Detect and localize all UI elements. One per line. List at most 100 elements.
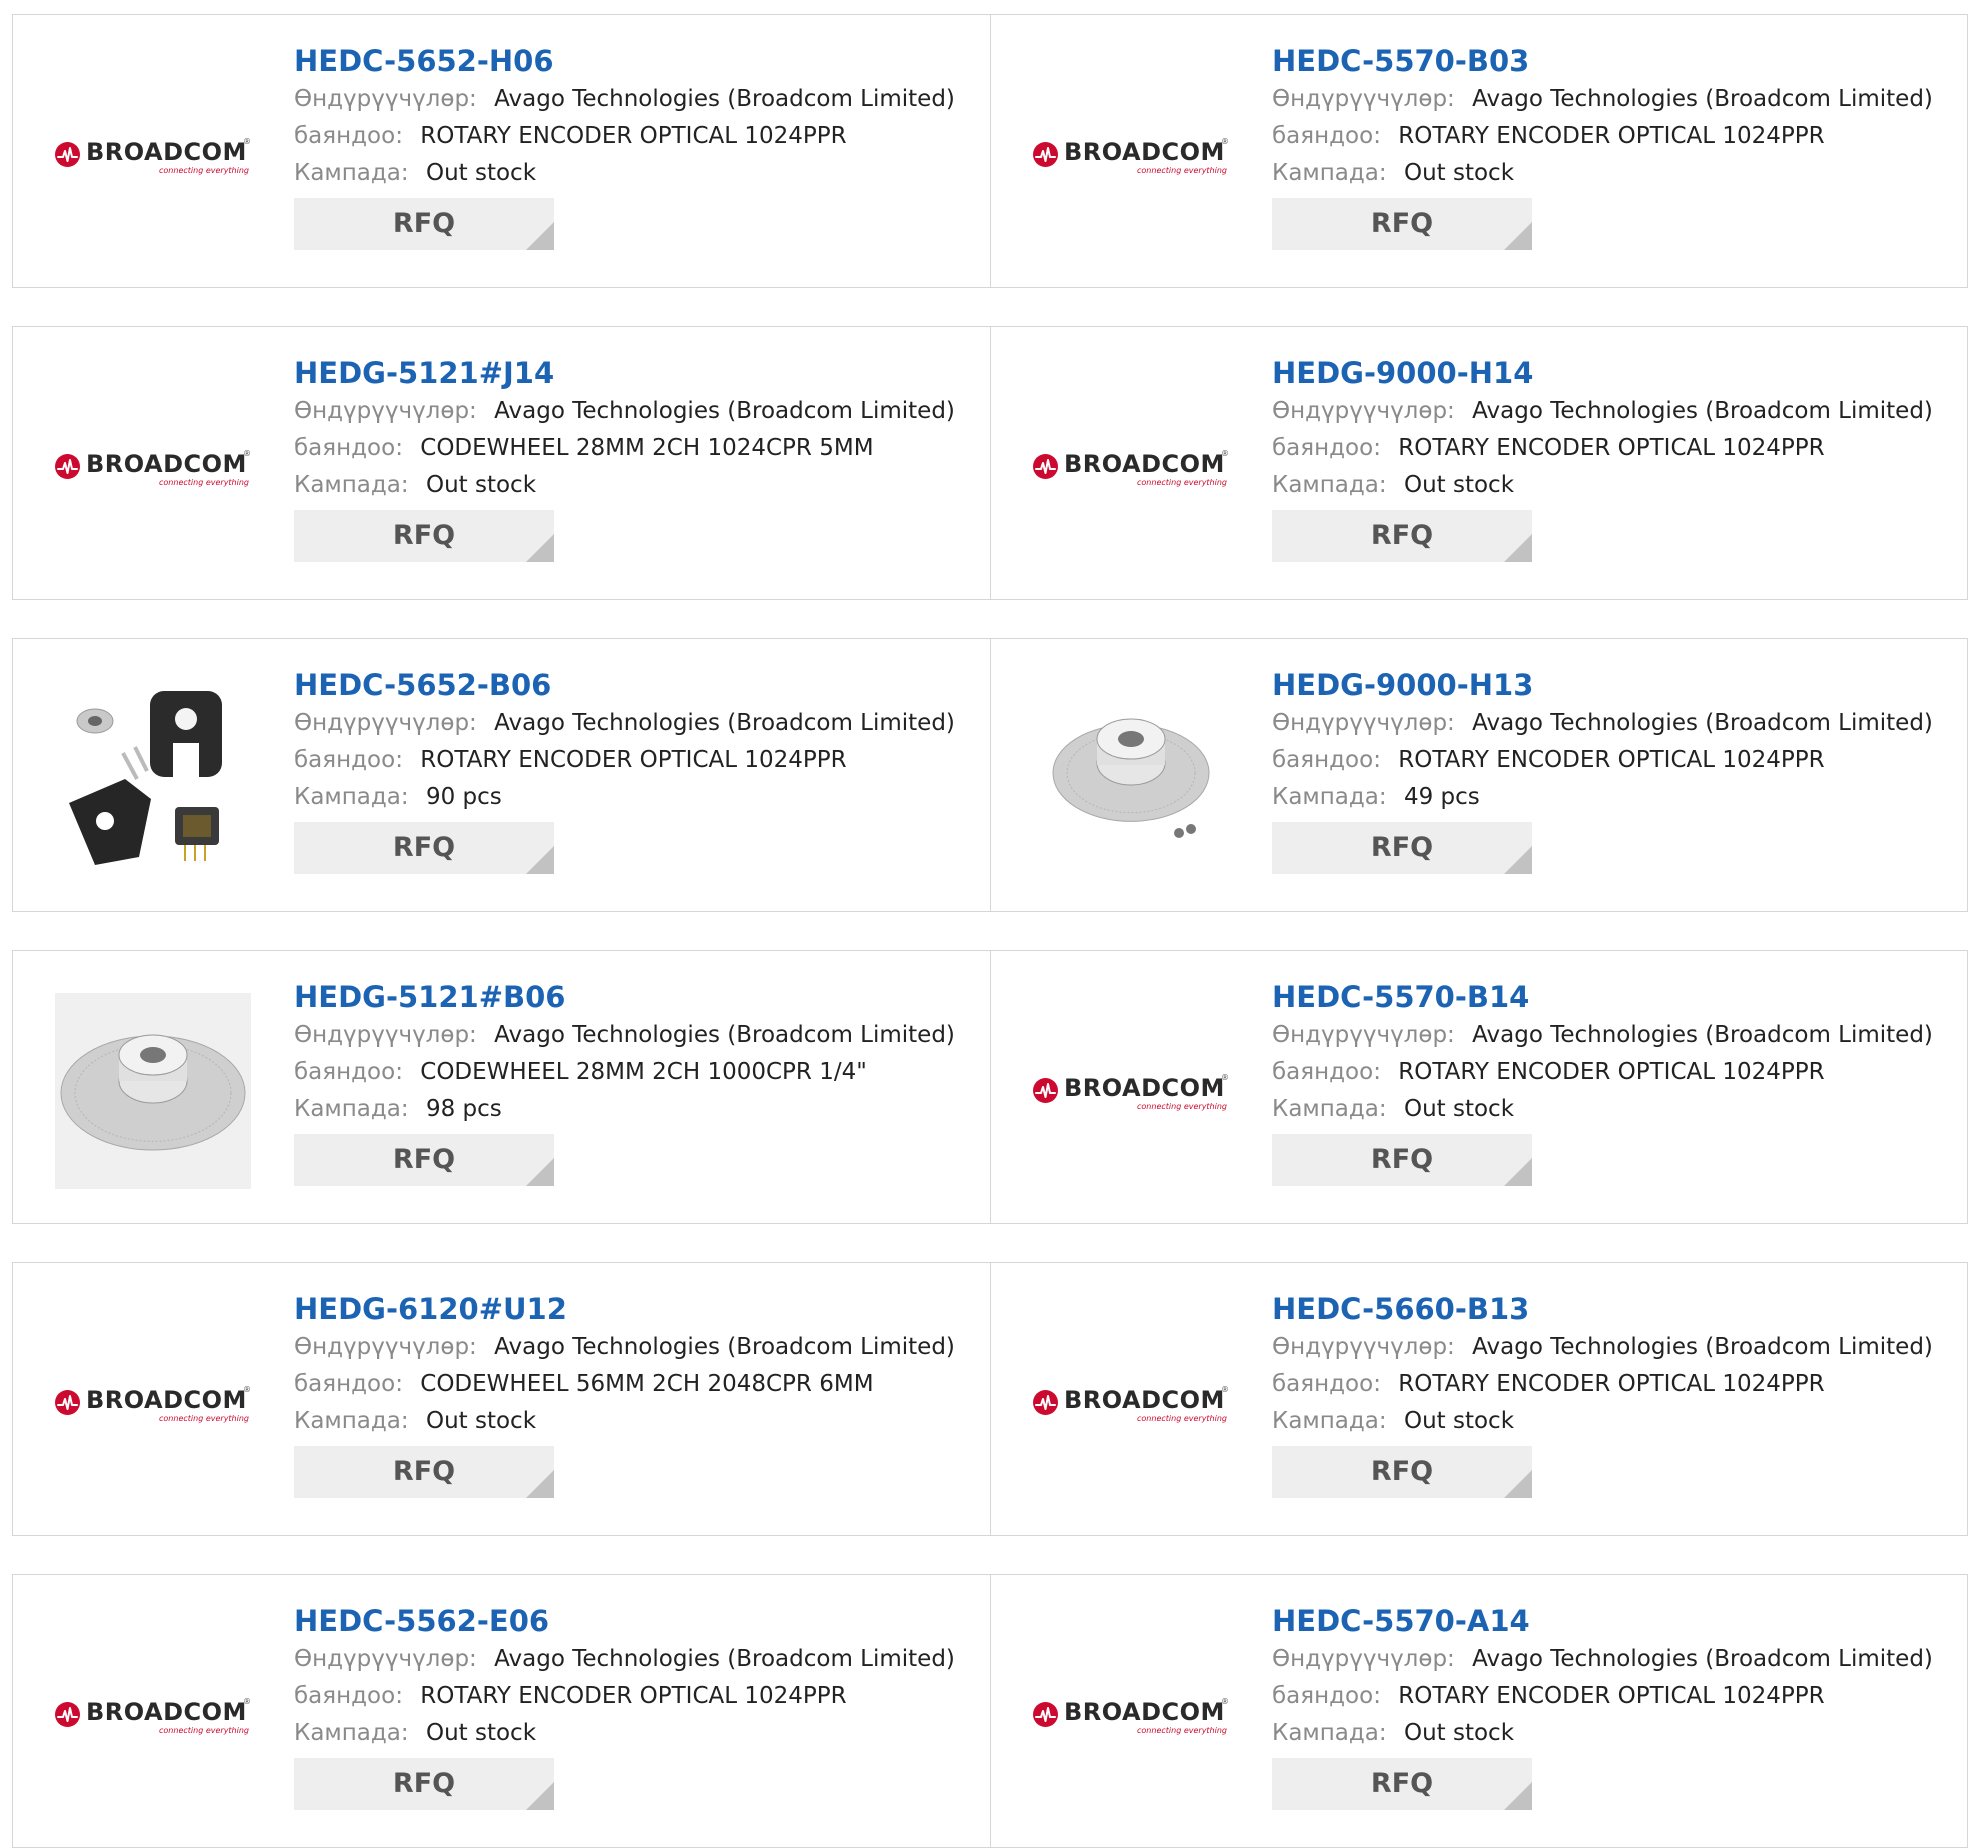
trademark-symbol: ® bbox=[1221, 449, 1229, 458]
broadcom-wordmark: BROADCOM bbox=[1064, 1386, 1225, 1414]
product-thumbnail[interactable]: BROADCOM ® connecting everything bbox=[53, 1303, 253, 1503]
manufacturer-value: Avago Technologies (Broadcom Limited) bbox=[1472, 86, 1933, 112]
stock-value: Out stock bbox=[425, 1720, 537, 1746]
button-corner-decoration bbox=[526, 1158, 554, 1186]
rfq-button[interactable]: RFQ bbox=[294, 198, 554, 250]
description-row: баяндоо: ROTARY ENCODER OPTICAL 1024PPR bbox=[294, 118, 980, 155]
broadcom-logo: BROADCOM ® connecting everything bbox=[55, 1383, 251, 1423]
part-number-link[interactable]: HEDC-5562-E06 bbox=[294, 1601, 980, 1641]
broadcom-wordmark: BROADCOM bbox=[86, 450, 247, 478]
manufacturer-value: Avago Technologies (Broadcom Limited) bbox=[494, 1334, 955, 1360]
product-info: HEDG-5121#J14 Өндүрүүчүлөр: Avago Techno… bbox=[294, 353, 980, 562]
stock-value: 90 pcs bbox=[425, 784, 502, 810]
part-number-link[interactable]: HEDC-5660-B13 bbox=[1272, 1289, 1957, 1329]
codewheel-photo[interactable] bbox=[1033, 681, 1229, 877]
product-card: BROADCOM ® connecting everything HEDG-61… bbox=[12, 1262, 990, 1536]
manufacturer-value: Avago Technologies (Broadcom Limited) bbox=[494, 1646, 955, 1672]
description-value: ROTARY ENCODER OPTICAL 1024PPR bbox=[420, 123, 847, 149]
manufacturer-row: Өндүрүүчүлөр: Avago Technologies (Broadc… bbox=[294, 1641, 980, 1678]
part-number-link[interactable]: HEDC-5570-B14 bbox=[1272, 977, 1957, 1017]
broadcom-tagline: connecting everything bbox=[1137, 1102, 1227, 1111]
stock-value: 98 pcs bbox=[425, 1096, 502, 1122]
description-row: баяндоо: ROTARY ENCODER OPTICAL 1024PPR bbox=[1272, 1678, 1957, 1715]
description-row: баяндоо: ROTARY ENCODER OPTICAL 1024PPR bbox=[1272, 742, 1957, 779]
product-thumbnail[interactable]: BROADCOM ® connecting everything bbox=[1031, 1303, 1231, 1503]
button-corner-decoration bbox=[526, 1470, 554, 1498]
product-thumbnail[interactable] bbox=[53, 991, 253, 1191]
rfq-button[interactable]: RFQ bbox=[294, 1758, 554, 1810]
rfq-button[interactable]: RFQ bbox=[294, 1134, 554, 1186]
encoder-kit-photo[interactable] bbox=[55, 681, 251, 877]
trademark-symbol: ® bbox=[243, 1697, 251, 1706]
product-grid: BROADCOM ® connecting everything HEDC-56… bbox=[12, 14, 1968, 1848]
stock-row: Кампада: 90 pcs bbox=[294, 779, 980, 816]
broadcom-mark-icon bbox=[55, 1390, 80, 1415]
description-row: баяндоо: CODEWHEEL 28MM 2CH 1024CPR 5MM bbox=[294, 430, 980, 467]
part-number-link[interactable]: HEDC-5570-B03 bbox=[1272, 41, 1957, 81]
product-thumbnail[interactable] bbox=[53, 679, 253, 879]
rfq-button[interactable]: RFQ bbox=[1272, 1758, 1532, 1810]
stock-value: Out stock bbox=[1403, 472, 1515, 498]
stock-value: Out stock bbox=[425, 472, 537, 498]
trademark-symbol: ® bbox=[243, 137, 251, 146]
part-number-link[interactable]: HEDC-5570-A14 bbox=[1272, 1601, 1957, 1641]
description-label: баяндоо: bbox=[1272, 1059, 1381, 1085]
description-value: ROTARY ENCODER OPTICAL 1024PPR bbox=[1398, 435, 1825, 461]
product-thumbnail[interactable]: BROADCOM ® connecting everything bbox=[1031, 991, 1231, 1191]
rfq-button[interactable]: RFQ bbox=[1272, 822, 1532, 874]
broadcom-logo: BROADCOM ® connecting everything bbox=[55, 135, 251, 175]
description-row: баяндоо: ROTARY ENCODER OPTICAL 1024PPR bbox=[1272, 430, 1957, 467]
product-thumbnail[interactable]: BROADCOM ® connecting everything bbox=[1031, 367, 1231, 567]
manufacturer-row: Өндүрүүчүлөр: Avago Technologies (Broadc… bbox=[294, 1329, 980, 1366]
button-corner-decoration bbox=[1504, 222, 1532, 250]
product-thumbnail[interactable]: BROADCOM ® connecting everything bbox=[1031, 55, 1231, 255]
trademark-symbol: ® bbox=[1221, 1385, 1229, 1394]
product-thumbnail[interactable] bbox=[1031, 679, 1231, 879]
product-card: BROADCOM ® connecting everything HEDC-56… bbox=[12, 14, 990, 288]
broadcom-mark-icon bbox=[1033, 1078, 1058, 1103]
rfq-button-label: RFQ bbox=[1370, 832, 1434, 863]
manufacturer-label: Өндүрүүчүлөр: bbox=[294, 398, 477, 424]
codewheel-large-photo[interactable] bbox=[55, 993, 251, 1189]
part-number-link[interactable]: HEDG-9000-H14 bbox=[1272, 353, 1957, 393]
description-label: баяндоо: bbox=[294, 123, 403, 149]
stock-row: Кампада: Out stock bbox=[294, 467, 980, 504]
part-number-link[interactable]: HEDG-5121#B06 bbox=[294, 977, 980, 1017]
product-card: BROADCOM ® connecting everything HEDC-56… bbox=[990, 1262, 1968, 1536]
rfq-button[interactable]: RFQ bbox=[294, 822, 554, 874]
product-info: HEDG-5121#B06 Өндүрүүчүлөр: Avago Techno… bbox=[294, 977, 980, 1186]
product-card: BROADCOM ® connecting everything HEDC-55… bbox=[990, 1574, 1968, 1848]
product-thumbnail[interactable]: BROADCOM ® connecting everything bbox=[53, 55, 253, 255]
part-number-link[interactable]: HEDC-5652-B06 bbox=[294, 665, 980, 705]
rfq-button[interactable]: RFQ bbox=[294, 1446, 554, 1498]
product-thumbnail[interactable]: BROADCOM ® connecting everything bbox=[53, 367, 253, 567]
part-number-link[interactable]: HEDC-5652-H06 bbox=[294, 41, 980, 81]
button-corner-decoration bbox=[526, 222, 554, 250]
part-number-link[interactable]: HEDG-5121#J14 bbox=[294, 353, 980, 393]
rfq-button[interactable]: RFQ bbox=[1272, 1134, 1532, 1186]
manufacturer-row: Өндүрүүчүлөр: Avago Technologies (Broadc… bbox=[1272, 1017, 1957, 1054]
product-thumbnail[interactable]: BROADCOM ® connecting everything bbox=[1031, 1615, 1231, 1815]
stock-value: Out stock bbox=[425, 1408, 537, 1434]
rfq-button-label: RFQ bbox=[392, 208, 456, 239]
manufacturer-label: Өндүрүүчүлөр: bbox=[294, 1646, 477, 1672]
rfq-button[interactable]: RFQ bbox=[1272, 198, 1532, 250]
product-info: HEDC-5570-B14 Өндүрүүчүлөр: Avago Techno… bbox=[1272, 977, 1957, 1186]
stock-row: Кампада: Out stock bbox=[294, 155, 980, 192]
description-row: баяндоо: ROTARY ENCODER OPTICAL 1024PPR bbox=[294, 1678, 980, 1715]
rfq-button[interactable]: RFQ bbox=[1272, 510, 1532, 562]
product-thumbnail[interactable]: BROADCOM ® connecting everything bbox=[53, 1615, 253, 1815]
broadcom-logo: BROADCOM ® connecting everything bbox=[1033, 1383, 1229, 1423]
rfq-button[interactable]: RFQ bbox=[294, 510, 554, 562]
rfq-button[interactable]: RFQ bbox=[1272, 1446, 1532, 1498]
button-corner-decoration bbox=[1504, 846, 1532, 874]
manufacturer-row: Өндүрүүчүлөр: Avago Technologies (Broadc… bbox=[1272, 1329, 1957, 1366]
broadcom-tagline: connecting everything bbox=[159, 166, 249, 175]
trademark-symbol: ® bbox=[1221, 1073, 1229, 1082]
product-info: HEDC-5652-H06 Өндүрүүчүлөр: Avago Techno… bbox=[294, 41, 980, 250]
part-number-link[interactable]: HEDG-9000-H13 bbox=[1272, 665, 1957, 705]
manufacturer-row: Өндүрүүчүлөр: Avago Technologies (Broadc… bbox=[294, 81, 980, 118]
part-number-link[interactable]: HEDG-6120#U12 bbox=[294, 1289, 980, 1329]
manufacturer-value: Avago Technologies (Broadcom Limited) bbox=[1472, 710, 1933, 736]
broadcom-logo: BROADCOM ® connecting everything bbox=[1033, 1695, 1229, 1735]
